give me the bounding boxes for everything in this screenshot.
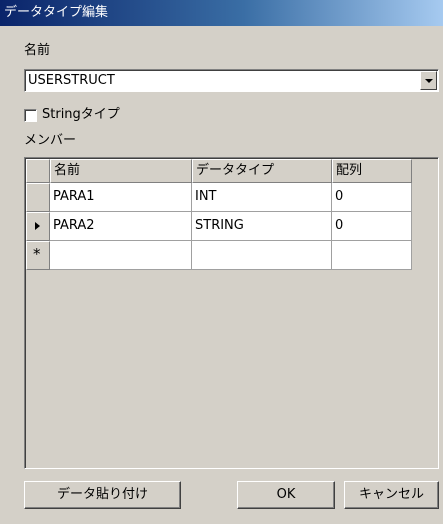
dropdown-button[interactable] — [420, 71, 437, 90]
table-cell-name[interactable]: PARA2 — [50, 212, 192, 241]
column-header-data-type[interactable]: データタイプ — [192, 159, 332, 183]
members-label: メンバー — [24, 133, 77, 148]
new-row-cell-array[interactable] — [332, 241, 412, 270]
new-row-header[interactable]: * — [26, 241, 50, 270]
column-header-name[interactable]: 名前 — [50, 159, 192, 183]
struct-name-value: USERSTRUCT — [28, 73, 115, 88]
grid-body: 名前 データタイプ 配列 PARA1 INT 0 PARA2 STRING 0 … — [25, 158, 438, 468]
grid-corner[interactable] — [26, 159, 50, 183]
new-row-asterisk-icon: * — [33, 245, 41, 263]
ok-button[interactable]: OK — [237, 481, 335, 509]
string-type-checkbox[interactable] — [24, 109, 37, 122]
column-header-array[interactable]: 配列 — [332, 159, 412, 183]
string-type-label[interactable]: Stringタイプ — [42, 107, 120, 123]
new-row-cell-name[interactable] — [50, 241, 192, 270]
row-header[interactable] — [26, 183, 50, 212]
table-cell-array[interactable]: 0 — [332, 183, 412, 212]
current-row-arrow-icon — [35, 222, 40, 230]
paste-data-button[interactable]: データ貼り付け — [24, 481, 181, 509]
title-bar[interactable]: データタイプ編集 — [0, 0, 443, 26]
new-row-cell-data-type[interactable] — [192, 241, 332, 270]
table-cell-name[interactable]: PARA1 — [50, 183, 192, 212]
table-cell-array[interactable]: 0 — [332, 212, 412, 241]
chevron-down-icon — [425, 79, 433, 83]
struct-name-combobox[interactable]: USERSTRUCT — [24, 69, 439, 92]
table-cell-data-type[interactable]: INT — [192, 183, 332, 212]
data-type-edit-dialog: データタイプ編集 名前 USERSTRUCT Stringタイプ メンバー 名前… — [0, 0, 443, 524]
cancel-button[interactable]: キャンセル — [344, 481, 439, 509]
window-title: データタイプ編集 — [4, 5, 109, 20]
name-label: 名前 — [24, 43, 51, 58]
members-grid[interactable]: 名前 データタイプ 配列 PARA1 INT 0 PARA2 STRING 0 … — [24, 157, 439, 469]
table-cell-data-type[interactable]: STRING — [192, 212, 332, 241]
row-header[interactable] — [26, 212, 50, 241]
